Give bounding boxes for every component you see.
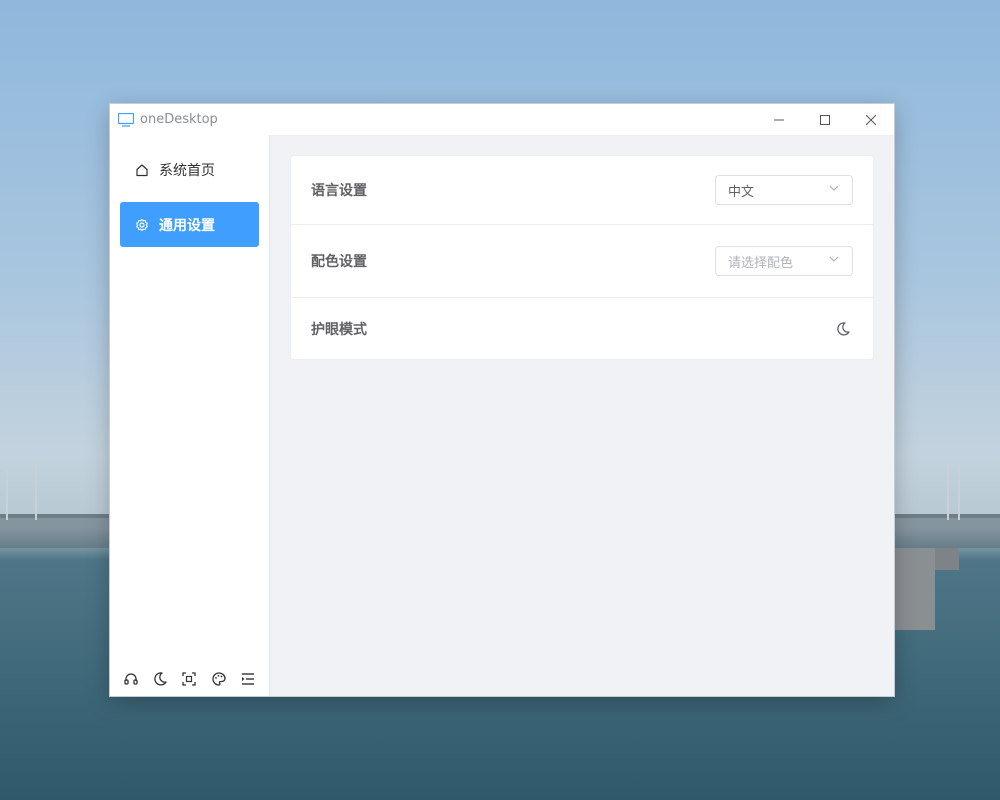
- palette-icon[interactable]: [210, 670, 228, 688]
- minimize-button[interactable]: [756, 104, 802, 135]
- street-lamp: [947, 464, 949, 520]
- sidebar: 系统首页 通用设置: [110, 135, 270, 696]
- gear-icon: [135, 218, 149, 232]
- street-lamp: [6, 470, 8, 520]
- main-content: 语言设置 中文 配色设置 请选择配色 护眼模式: [270, 135, 894, 696]
- home-icon: [135, 163, 149, 177]
- sidebar-toolbar: [110, 670, 269, 688]
- language-setting-row: 语言设置 中文: [291, 156, 873, 225]
- language-select[interactable]: 中文: [715, 175, 853, 205]
- color-scheme-select[interactable]: 请选择配色: [715, 246, 853, 276]
- monitor-icon: [118, 112, 134, 128]
- close-button[interactable]: [848, 104, 894, 135]
- title-bar[interactable]: oneDesktop: [110, 104, 894, 136]
- chevron-down-icon: [828, 182, 840, 198]
- sidebar-item-general-settings[interactable]: 通用设置: [120, 202, 259, 247]
- color-select-placeholder: 请选择配色: [728, 255, 794, 271]
- fullscreen-icon[interactable]: [180, 670, 198, 688]
- maximize-icon: [820, 114, 830, 125]
- window-controls: [756, 104, 894, 135]
- menu-fold-icon[interactable]: [239, 670, 257, 688]
- street-lamp: [958, 458, 960, 520]
- window-title: oneDesktop: [140, 112, 218, 127]
- eye-care-setting-row: 护眼模式: [291, 298, 873, 359]
- sidebar-item-home[interactable]: 系统首页: [120, 147, 259, 192]
- language-setting-label: 语言设置: [311, 183, 367, 199]
- sidebar-item-label: 系统首页: [159, 162, 215, 179]
- color-setting-label: 配色设置: [311, 254, 367, 270]
- bridge-pier: [895, 548, 935, 630]
- moon-icon[interactable]: [833, 319, 853, 339]
- language-select-value: 中文: [728, 184, 755, 200]
- color-setting-row: 配色设置 请选择配色: [291, 225, 873, 298]
- app-window: oneDesktop 系统首页 通用设置 语言设置 中文 配色设置 请选择配色 …: [110, 104, 894, 696]
- settings-card: 语言设置 中文 配色设置 请选择配色 护眼模式: [290, 155, 874, 360]
- eye-care-setting-label: 护眼模式: [311, 321, 367, 338]
- maximize-button[interactable]: [802, 104, 848, 135]
- street-lamp: [35, 460, 37, 520]
- chevron-down-icon: [828, 253, 840, 269]
- minimize-icon: [774, 119, 784, 120]
- headset-icon[interactable]: [122, 670, 140, 688]
- close-icon: [866, 114, 876, 125]
- sidebar-item-label: 通用设置: [159, 217, 215, 234]
- moon-icon[interactable]: [151, 670, 169, 688]
